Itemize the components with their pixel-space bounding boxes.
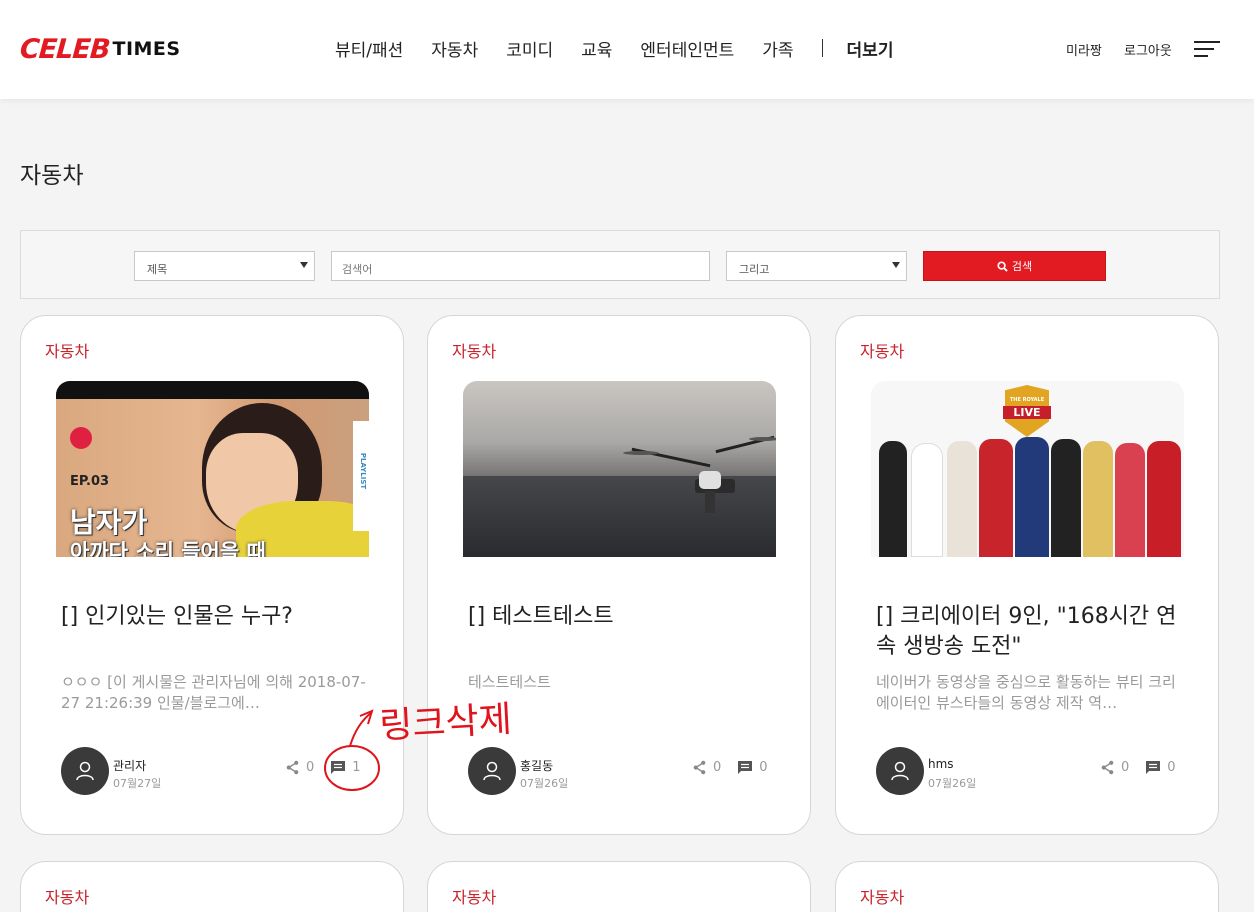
page-title: 자동차 xyxy=(20,163,84,189)
logo-times: TIMES xyxy=(112,38,181,60)
post-card[interactable]: 자동차 PLAYLIST EP.03 남자가 아까다 소리 들어을 때 [] 인… xyxy=(20,315,404,835)
share-icon[interactable] xyxy=(692,760,707,775)
nav-family[interactable]: 가족 xyxy=(762,36,793,61)
comment-count: 1 xyxy=(352,760,361,775)
thumb-headline: 남자가 xyxy=(70,506,148,539)
comment-icon[interactable] xyxy=(737,760,753,775)
post-card[interactable]: 자동차 THE ROYALE LIVE [] 크리에이터 9인, "168시간 … xyxy=(835,315,1219,835)
post-category[interactable]: 자동차 xyxy=(860,884,904,908)
nav-education[interactable]: 교육 xyxy=(581,36,612,61)
avatar[interactable] xyxy=(468,747,516,795)
site-logo[interactable]: CELEB TIMES xyxy=(18,33,181,65)
post-thumbnail[interactable] xyxy=(463,381,776,557)
thumb-subline: 아까다 소리 들어을 때 xyxy=(70,540,266,557)
post-thumbnail[interactable]: THE ROYALE LIVE xyxy=(871,381,1184,557)
post-card[interactable]: 자동차 xyxy=(427,861,811,912)
post-card[interactable]: 자동차 [] 테스트테스트 테스트테스트 홍길동 07월26일 0 0 xyxy=(427,315,811,835)
search-button[interactable]: 검색 xyxy=(923,251,1106,281)
post-category[interactable]: 자동차 xyxy=(452,884,496,908)
post-meta: 0 0 xyxy=(692,760,784,775)
thumb-badge-top: THE ROYALE xyxy=(1009,397,1045,403)
user-name-link[interactable]: 미라짱 xyxy=(1066,40,1102,59)
search-bar: 제목 검색어 그리고 검색 xyxy=(20,230,1220,299)
search-operator-value: 그리고 xyxy=(739,263,770,276)
avatar[interactable] xyxy=(61,747,109,795)
post-author[interactable]: hms xyxy=(928,757,954,771)
post-excerpt: ㅇㅇㅇ [이 게시물은 관리자님에 의해 2018-07-27 21:26:39… xyxy=(61,673,366,712)
logo-celeb: CELEB xyxy=(18,33,111,65)
user-icon xyxy=(483,761,501,781)
comment-count: 0 xyxy=(1167,760,1176,775)
nav-beauty-fashion[interactable]: 뷰티/패션 xyxy=(335,36,403,61)
post-thumbnail[interactable]: PLAYLIST EP.03 남자가 아까다 소리 들어을 때 xyxy=(56,381,369,557)
share-count: 0 xyxy=(713,760,722,775)
post-category[interactable]: 자동차 xyxy=(45,338,89,362)
nav-entertainment[interactable]: 엔터테인먼트 xyxy=(640,36,734,61)
share-count: 0 xyxy=(1121,760,1130,775)
post-category[interactable]: 자동차 xyxy=(452,338,496,362)
nav-comedy[interactable]: 코미디 xyxy=(506,36,553,61)
post-author[interactable]: 홍길동 xyxy=(520,757,553,774)
share-icon[interactable] xyxy=(1100,760,1115,775)
logout-link[interactable]: 로그아웃 xyxy=(1124,40,1172,59)
post-date: 07월27일 xyxy=(113,777,162,790)
post-card[interactable]: 자동차 xyxy=(20,861,404,912)
post-category[interactable]: 자동차 xyxy=(45,884,89,908)
main-nav: 뷰티/패션 자동차 코미디 교육 엔터테인먼트 가족 더보기 xyxy=(335,36,894,61)
menu-icon[interactable] xyxy=(1194,41,1220,57)
search-button-label: 검색 xyxy=(1011,260,1033,273)
site-header: CELEB TIMES 뷰티/패션 자동차 코미디 교육 엔터테인먼트 가족 더… xyxy=(0,0,1254,99)
user-icon xyxy=(76,761,94,781)
post-card[interactable]: 자동차 xyxy=(835,861,1219,912)
user-icon xyxy=(891,761,909,781)
post-author[interactable]: 관리자 xyxy=(113,757,146,774)
post-meta: 0 1 xyxy=(285,760,377,775)
nav-divider xyxy=(821,39,823,57)
search-icon xyxy=(997,260,1008,272)
search-operator-select[interactable]: 그리고 xyxy=(726,251,907,281)
search-field-select[interactable]: 제목 xyxy=(134,251,315,281)
post-excerpt: 테스트테스트 xyxy=(468,673,551,691)
post-title[interactable]: [] 인기있는 인물은 누구? xyxy=(61,602,371,632)
search-field-value: 제목 xyxy=(147,263,168,276)
post-date: 07월26일 xyxy=(928,777,977,790)
post-meta: 0 0 xyxy=(1100,760,1192,775)
comment-count: 0 xyxy=(759,760,768,775)
thumb-side-text: PLAYLIST xyxy=(359,452,367,490)
post-title[interactable]: [] 크리에이터 9인, "168시간 연속 생방송 도전" xyxy=(876,602,1186,662)
chevron-down-icon xyxy=(892,262,900,268)
search-placeholder: 검색어 xyxy=(342,263,373,276)
post-title[interactable]: [] 테스트테스트 xyxy=(468,602,778,632)
share-count: 0 xyxy=(306,760,315,775)
share-icon[interactable] xyxy=(285,760,300,775)
comment-icon[interactable] xyxy=(1145,760,1161,775)
post-date: 07월26일 xyxy=(520,777,569,790)
nav-car[interactable]: 자동차 xyxy=(431,36,478,61)
search-input[interactable]: 검색어 xyxy=(331,251,710,281)
post-category[interactable]: 자동차 xyxy=(860,338,904,362)
comment-icon[interactable] xyxy=(330,760,346,775)
chevron-down-icon xyxy=(300,262,308,268)
nav-more[interactable]: 더보기 xyxy=(847,36,894,61)
post-excerpt: 네이버가 동영상을 중심으로 활동하는 뷰티 크리에이터인 뷰스타들의 동영상 … xyxy=(876,673,1176,712)
thumb-badge: LIVE xyxy=(1003,406,1051,419)
thumb-episode: EP.03 xyxy=(70,474,110,489)
avatar[interactable] xyxy=(876,747,924,795)
